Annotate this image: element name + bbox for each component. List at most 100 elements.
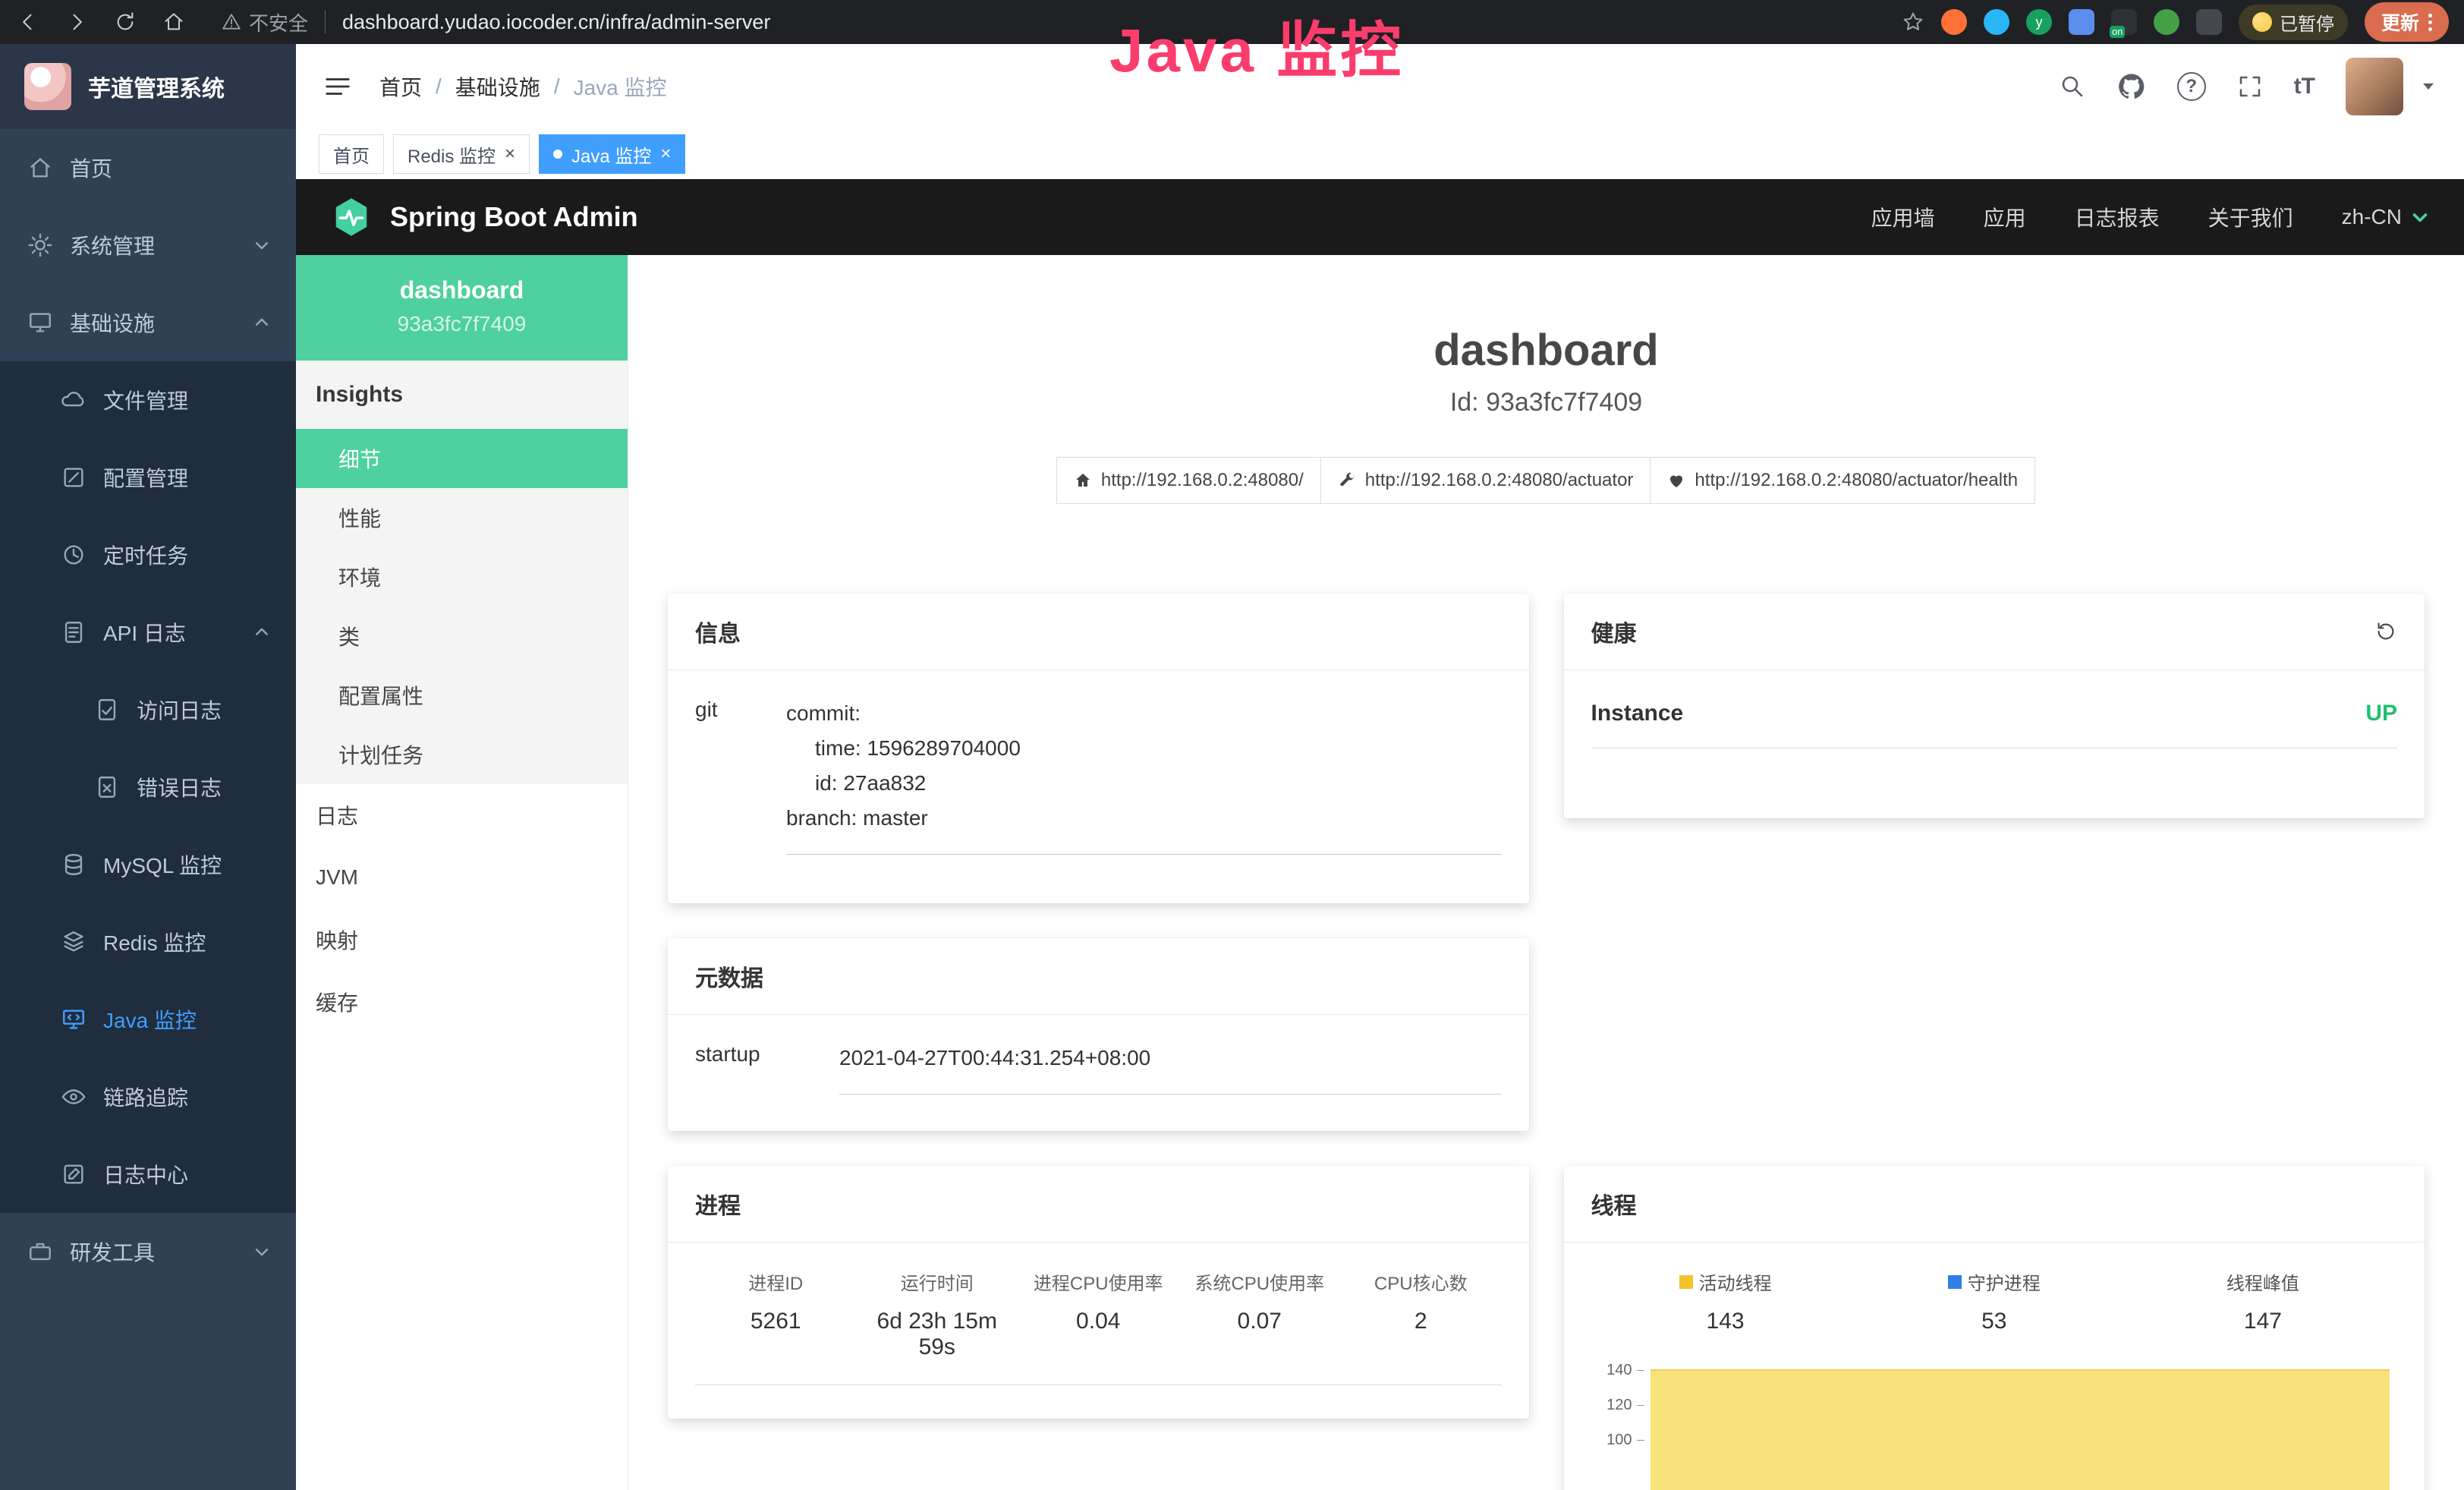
sba-item-config-props[interactable]: 配置属性 bbox=[296, 666, 628, 725]
breadcrumb-home[interactable]: 首页 bbox=[379, 71, 422, 102]
extension-fox-icon[interactable] bbox=[1941, 9, 1967, 35]
app-logo[interactable]: 芋道管理系统 bbox=[0, 44, 296, 129]
sidebar-item-redis-monitor[interactable]: Redis 监控 bbox=[0, 903, 296, 981]
instance-links: http://192.168.0.2:48080/ http://192.168… bbox=[668, 457, 2425, 504]
sba-nav-journal[interactable]: 日志报表 bbox=[2075, 202, 2160, 232]
github-icon[interactable] bbox=[2116, 71, 2147, 102]
extension-y-icon[interactable]: y bbox=[2026, 9, 2052, 35]
locale-label: zh-CN bbox=[2342, 205, 2402, 229]
sba-item-details[interactable]: 细节 bbox=[296, 429, 628, 488]
logo-avatar bbox=[24, 63, 71, 110]
history-icon[interactable] bbox=[2374, 620, 2397, 643]
sba-nav-applications[interactable]: 应用 bbox=[1984, 202, 2026, 232]
extension-grid-icon[interactable] bbox=[2069, 9, 2094, 35]
home-nav-icon[interactable] bbox=[161, 9, 187, 35]
sidebar-item-mysql-monitor[interactable]: MySQL 监控 bbox=[0, 826, 296, 903]
page-subtitle: Id: 93a3fc7f7409 bbox=[668, 388, 2425, 417]
font-size-icon[interactable]: tT bbox=[2294, 74, 2315, 99]
sidebar-item-dev-tools[interactable]: 研发工具 bbox=[0, 1213, 296, 1290]
paused-badge[interactable]: 已暂停 bbox=[2239, 5, 2348, 40]
sidebar-item-label: 配置管理 bbox=[103, 462, 188, 493]
bookmark-star-icon[interactable] bbox=[1902, 11, 1924, 33]
avatar-caret-icon[interactable] bbox=[2420, 78, 2437, 95]
tab-redis-monitor[interactable]: Redis 监控 × bbox=[393, 134, 530, 174]
wrench-icon bbox=[1338, 471, 1356, 490]
metadata-card: 元数据 startup 2021-04-27T00:44:31.254+08:0… bbox=[668, 938, 1529, 1131]
extension-drop-icon[interactable] bbox=[1984, 9, 2009, 35]
status-badge: UP bbox=[2365, 701, 2397, 726]
clock-icon bbox=[61, 542, 87, 568]
sidebar-item-access-logs[interactable]: 访问日志 bbox=[0, 671, 296, 748]
metric-label: 系统CPU使用率 bbox=[1179, 1268, 1341, 1295]
sidebar-item-system-management[interactable]: 系统管理 bbox=[0, 206, 296, 284]
chevron-down-icon bbox=[2411, 208, 2429, 226]
back-icon[interactable] bbox=[15, 9, 41, 35]
search-icon[interactable] bbox=[2059, 73, 2086, 100]
hamburger-icon[interactable] bbox=[323, 72, 352, 101]
card-title: 健康 bbox=[1591, 615, 1637, 648]
sidebar-item-java-monitor[interactable]: Java 监控 bbox=[0, 981, 296, 1058]
sba-nav-wallboard[interactable]: 应用墙 bbox=[1871, 202, 1935, 232]
sba-item-jvm[interactable]: JVM bbox=[296, 846, 628, 909]
sba-item-caches[interactable]: 缓存 bbox=[296, 971, 628, 1033]
sidebar-item-file-management[interactable]: 文件管理 bbox=[0, 361, 296, 439]
tab-java-monitor[interactable]: Java 监控 × bbox=[539, 134, 685, 174]
help-icon[interactable]: ? bbox=[2177, 72, 2206, 101]
metric-value: 0.04 bbox=[1018, 1309, 1179, 1334]
user-avatar[interactable] bbox=[2346, 58, 2403, 115]
info-card: 信息 git commit: time: 1596289704000 id: 2… bbox=[668, 594, 1529, 903]
actuator-url-link[interactable]: http://192.168.0.2:48080/actuator bbox=[1320, 457, 1651, 504]
sba-item-logs[interactable]: 日志 bbox=[296, 784, 628, 846]
paused-label: 已暂停 bbox=[2280, 9, 2334, 36]
metric-value: 2 bbox=[1340, 1309, 1502, 1334]
sba-item-metrics[interactable]: 性能 bbox=[296, 488, 628, 547]
service-url-link[interactable]: http://192.168.0.2:48080/ bbox=[1056, 457, 1321, 504]
url-text[interactable]: dashboard.yudao.iocoder.cn/infra/admin-s… bbox=[342, 11, 770, 34]
sba-sidebar: dashboard 93a3fc7f7409 Insights 细节 性能 环境… bbox=[296, 255, 628, 1490]
sba-item-classes[interactable]: 类 bbox=[296, 606, 628, 666]
sidebar-item-label: 定时任务 bbox=[103, 540, 188, 570]
sidebar-item-api-logs[interactable]: API 日志 bbox=[0, 594, 296, 671]
infrastructure-submenu: 文件管理 配置管理 定时任务 API 日志 访问日志 错误日志 bbox=[0, 361, 296, 1213]
sba-brand[interactable]: Spring Boot Admin bbox=[390, 201, 638, 233]
sidebar-item-log-center[interactable]: 日志中心 bbox=[0, 1136, 296, 1213]
cloud-file-icon bbox=[61, 387, 87, 413]
reload-icon[interactable] bbox=[112, 9, 138, 35]
health-instance-label[interactable]: Instance bbox=[1591, 701, 1684, 726]
sba-item-scheduled-tasks[interactable]: 计划任务 bbox=[296, 725, 628, 784]
sidebar-item-link-tracing[interactable]: 链路追踪 bbox=[0, 1058, 296, 1136]
url-bar[interactable]: 不安全 dashboard.yudao.iocoder.cn/infra/adm… bbox=[222, 8, 770, 36]
spring-boot-admin-logo-icon bbox=[331, 197, 372, 238]
instance-header[interactable]: dashboard 93a3fc7f7409 bbox=[296, 255, 628, 361]
sidebar-item-home[interactable]: 首页 bbox=[0, 129, 296, 206]
fullscreen-icon[interactable] bbox=[2236, 73, 2264, 100]
close-icon[interactable]: × bbox=[505, 145, 515, 163]
extension-leaf-icon[interactable] bbox=[2154, 9, 2179, 35]
legend-label: 活动线程 bbox=[1699, 1268, 1772, 1295]
health-url-link[interactable]: http://192.168.0.2:48080/actuator/health bbox=[1650, 457, 2035, 504]
threads-card: 线程 活动线程 143 bbox=[1564, 1166, 2425, 1490]
chevron-up-icon bbox=[253, 314, 270, 331]
card-title: 线程 bbox=[1591, 1187, 1637, 1221]
api-log-icon bbox=[61, 619, 87, 645]
locale-select[interactable]: zh-CN bbox=[2342, 205, 2429, 229]
metric-value: 0.07 bbox=[1179, 1309, 1341, 1334]
on-badge: on bbox=[2110, 26, 2125, 38]
extension-puzzle-icon[interactable] bbox=[2196, 9, 2222, 35]
sidebar-item-label: 链路追踪 bbox=[103, 1082, 188, 1112]
legend-label: 线程峰值 bbox=[2226, 1268, 2299, 1295]
sba-item-environment[interactable]: 环境 bbox=[296, 547, 628, 606]
extension-on-icon[interactable]: on bbox=[2111, 9, 2137, 35]
close-icon[interactable]: × bbox=[660, 145, 671, 163]
sidebar-item-error-logs[interactable]: 错误日志 bbox=[0, 748, 296, 826]
forward-icon[interactable] bbox=[64, 9, 90, 35]
sba-nav-about[interactable]: 关于我们 bbox=[2208, 202, 2293, 232]
tab-home[interactable]: 首页 bbox=[319, 134, 384, 174]
update-button[interactable]: 更新 bbox=[2365, 2, 2449, 42]
redis-stack-icon bbox=[61, 929, 87, 955]
breadcrumb-infrastructure[interactable]: 基础设施 bbox=[455, 71, 540, 102]
sba-item-mappings[interactable]: 映射 bbox=[296, 909, 628, 971]
sidebar-item-infrastructure[interactable]: 基础设施 bbox=[0, 284, 296, 361]
sidebar-item-scheduled-tasks[interactable]: 定时任务 bbox=[0, 516, 296, 594]
sidebar-item-config-management[interactable]: 配置管理 bbox=[0, 439, 296, 516]
